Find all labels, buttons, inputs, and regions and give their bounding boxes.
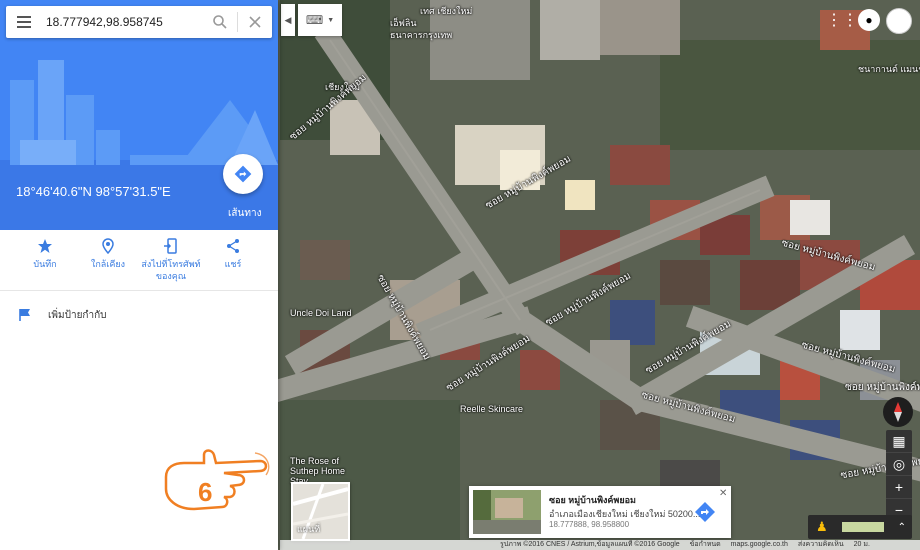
chevron-left-icon: ◀	[284, 14, 292, 25]
street-photo[interactable]	[473, 490, 541, 534]
search-box	[6, 6, 272, 38]
input-tools-button[interactable]: ⌨ ▼	[298, 4, 342, 36]
nearby-button[interactable]: ใกล้เคียง	[73, 238, 143, 270]
close-icon	[249, 16, 261, 28]
directions-icon	[234, 165, 252, 183]
nearby-icon	[102, 238, 114, 254]
chevron-down-icon: ▼	[327, 16, 335, 24]
collapse-panel-button[interactable]: ◀	[281, 4, 295, 36]
share-icon	[227, 239, 239, 253]
place-card-title: ซอย หมู่บ้านพิงค์พยอม	[549, 495, 636, 505]
flag-icon	[19, 309, 30, 321]
search-icon[interactable]	[203, 6, 237, 38]
send-to-phone-button[interactable]: ส่งไปที่โทรศัพท์ของคุณ	[136, 238, 206, 282]
directions-button[interactable]	[223, 154, 263, 194]
add-label-text: เพิ่มป้ายกำกับ	[48, 309, 107, 321]
imagery-attribution: รูปภาพ ©2016 CNES / Astrium,ข้อมูลแผนที่…	[500, 541, 680, 548]
save-button[interactable]: บันทึก	[10, 238, 80, 270]
compass-icon[interactable]	[883, 397, 913, 427]
action-bar: บันทึก ใกล้เคียง ส่งไปที่โทรศัพท์ของคุณ	[0, 230, 278, 291]
my-location-icon[interactable]: ◎	[886, 453, 912, 476]
zoom-in-button[interactable]: +	[886, 476, 912, 499]
menu-icon[interactable]	[6, 6, 42, 38]
pointing-hand-icon: 6	[164, 449, 270, 511]
tutorial-step-number: 6	[198, 477, 212, 507]
map-label-bank[interactable]: ธนาคารกรุงเทพ	[390, 28, 452, 42]
map-footer: รูปภาพ ©2016 CNES / Astrium,ข้อมูลแผนที่…	[280, 540, 920, 550]
share-button[interactable]: แชร์	[198, 238, 268, 270]
star-icon	[38, 239, 52, 253]
add-label-row[interactable]: เพิ่มป้ายกำกับ	[0, 300, 278, 330]
place-card-coords: 18.777888, 98.958800	[549, 520, 630, 529]
map-label-municipality[interactable]: เทศ เชียงใหม่	[420, 4, 472, 18]
directions-label[interactable]: เส้นทาง	[228, 206, 261, 221]
close-icon[interactable]: ✕	[719, 488, 727, 499]
magnifier-icon	[213, 15, 227, 29]
directions-icon[interactable]	[693, 500, 717, 524]
feedback-link[interactable]: ส่งความคิดเห็น	[798, 541, 844, 548]
clear-search-button[interactable]	[238, 6, 272, 38]
hamburger-icon	[17, 16, 31, 28]
avatar[interactable]	[886, 8, 912, 34]
scale-label[interactable]: 20 ม.	[854, 541, 870, 548]
place-card-address: อำเภอเมืองเชียงใหม่ เชียงใหม่ 50200...	[549, 509, 701, 519]
send-to-phone-label: ส่งไปที่โทรศัพท์ของคุณ	[141, 259, 201, 281]
road-label: ซอย หมู่บ้านพิงค์พยอม	[845, 382, 920, 393]
imagery-strip-icon[interactable]	[841, 522, 884, 532]
street-photo-image	[473, 490, 541, 534]
layers-icon[interactable]: ▦	[886, 430, 912, 453]
terms-link[interactable]: ข้อกำหนด	[690, 541, 721, 548]
map-label-uncle-doi[interactable]: Uncle Doi Land	[290, 308, 352, 318]
save-label: บันทึก	[33, 259, 57, 269]
map-label-mansion[interactable]: ชนากานต์ แมนชั่น	[858, 62, 920, 76]
map-controls: ▦ ◎ + −	[886, 430, 912, 522]
domain-link[interactable]: maps.google.co.th	[731, 541, 788, 548]
compass-needle-icon	[894, 402, 902, 422]
place-card[interactable]: ซอย หมู่บ้านพิงค์พยอม อำเภอเมืองเชียงใหม…	[469, 486, 731, 538]
keyboard-icon: ⌨	[305, 13, 324, 27]
map-label-reelle[interactable]: Reelle Skincare	[460, 404, 523, 414]
search-input[interactable]	[42, 15, 203, 29]
notifications-icon[interactable]: ●	[858, 9, 880, 31]
map-type-toggle[interactable]: แผนที่	[291, 482, 350, 541]
place-title: 18°46'40.6"N 98°57'31.5"E	[16, 184, 171, 199]
street-view-bar: ♟ ⌃	[808, 515, 912, 539]
apps-grid-icon[interactable]: ⋮⋮	[826, 10, 858, 30]
nearby-label: ใกล้เคียง	[90, 259, 126, 269]
send-to-phone-icon	[164, 238, 177, 254]
map-type-label: แผนที่	[297, 524, 321, 534]
expand-icon[interactable]: ⌃	[898, 522, 906, 533]
pegman-icon[interactable]: ♟	[816, 519, 828, 535]
share-label: แชร์	[224, 259, 242, 269]
